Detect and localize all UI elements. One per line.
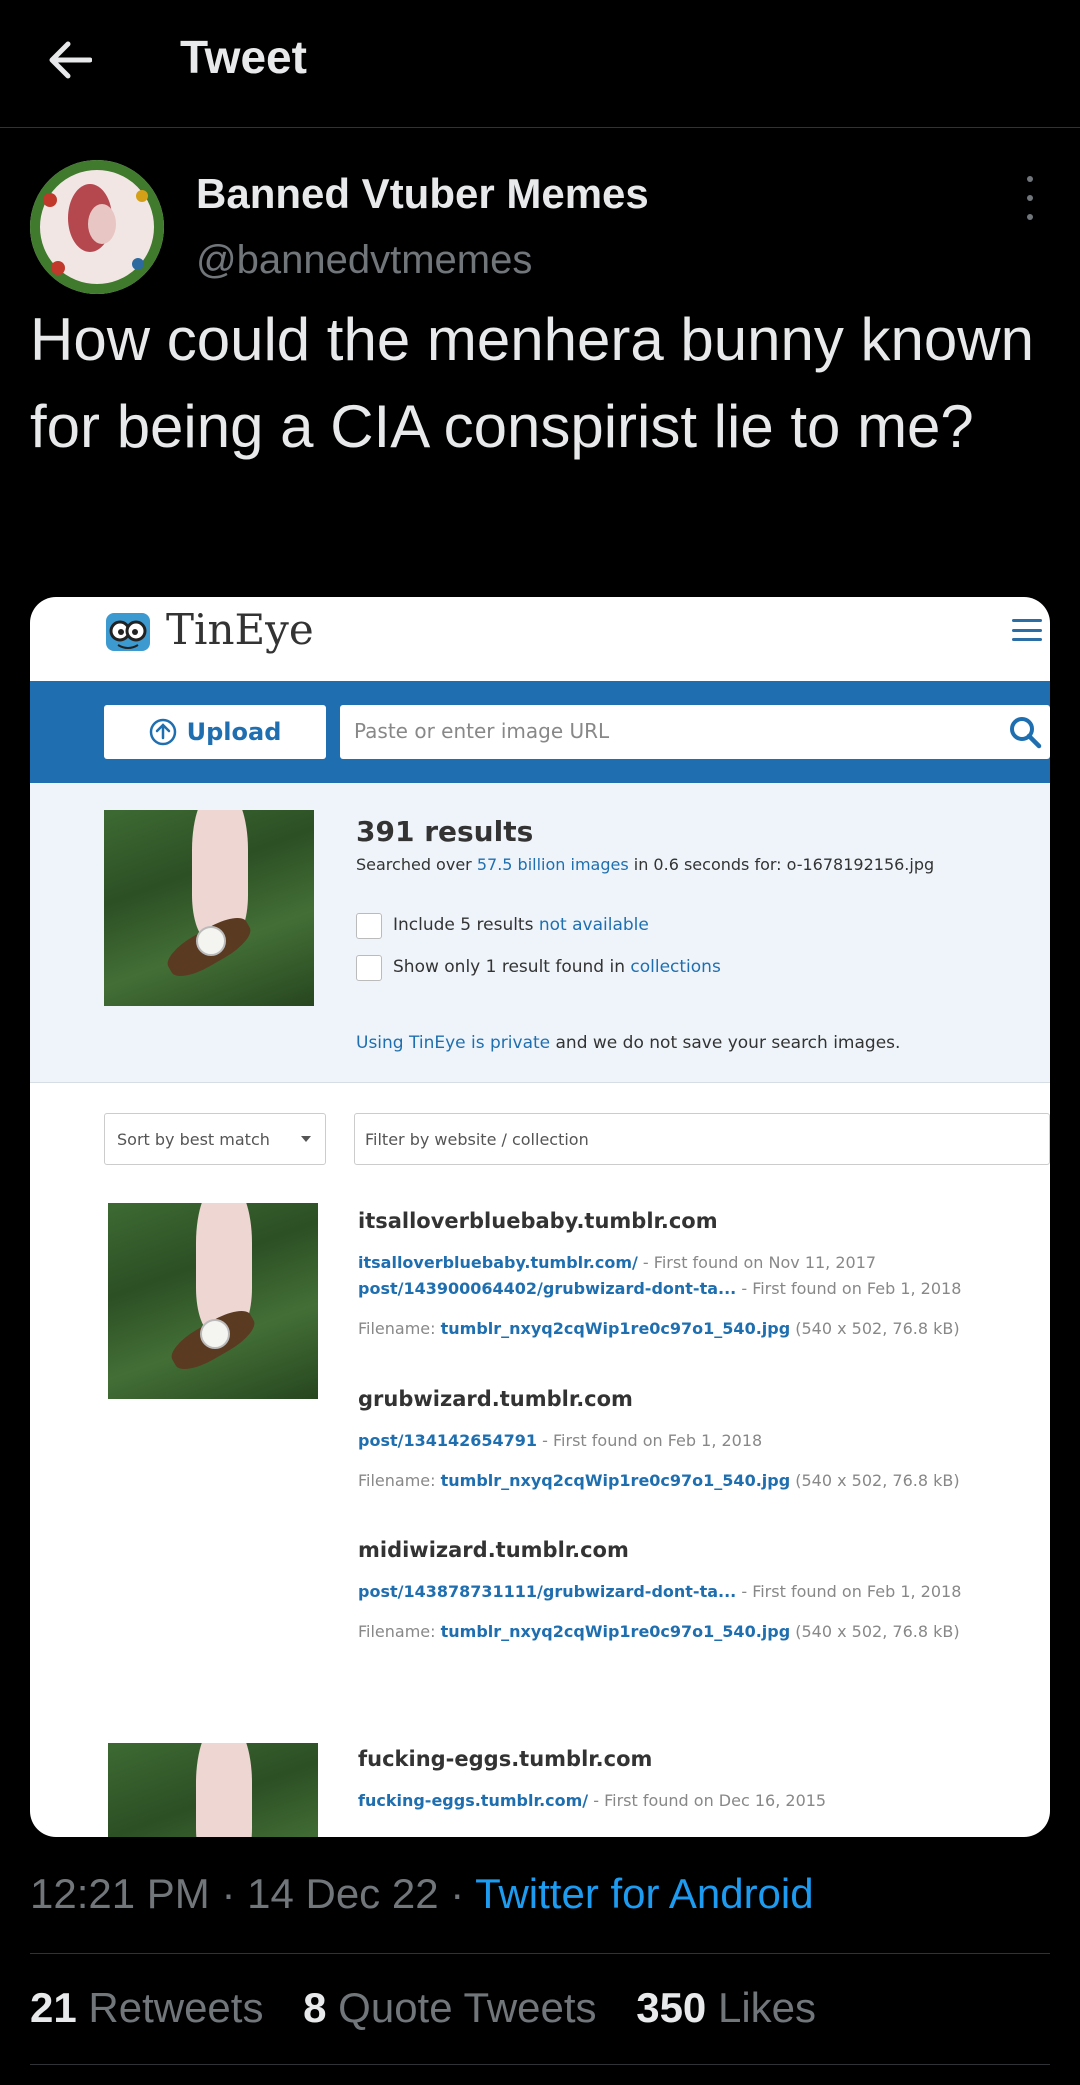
avatar[interactable]	[30, 160, 164, 294]
tineye-logo-text: TinEye	[166, 605, 314, 654]
tineye-header: TinEye	[30, 597, 1050, 681]
filter-placeholder: Filter by website / collection	[365, 1130, 589, 1149]
chevron-down-icon	[301, 1136, 311, 1142]
searched-link: 57.5 billion images	[476, 855, 629, 874]
results-count: 391 results	[356, 815, 534, 848]
retweets-stat[interactable]: 21 Retweets	[30, 1984, 263, 2032]
tweet-stats: 21 Retweets 8 Quote Tweets 350 Likes	[30, 1984, 844, 2032]
result-filename: Filename: tumblr_nxyq2cqWip1re0c97o1_540…	[358, 1319, 960, 1338]
result-site: fucking-eggs.tumblr.com	[358, 1747, 653, 1771]
tweet-text: How could the menhera bunny known for be…	[30, 306, 1034, 460]
upload-icon	[149, 718, 176, 746]
filter-input: Filter by website / collection	[354, 1113, 1050, 1165]
more-options-button[interactable]	[1010, 176, 1050, 220]
collections-checkbox	[356, 955, 382, 981]
menu-icon	[1012, 619, 1042, 641]
result-link-line: post/143878731111/grubwizard-dont-ta... …	[358, 1582, 962, 1601]
url-input: Paste or enter image URL	[340, 705, 1050, 759]
result-link-line: fucking-eggs.tumblr.com/ - First found o…	[358, 1791, 827, 1810]
result-thumbnail	[108, 1743, 318, 1837]
url-placeholder: Paste or enter image URL	[354, 719, 610, 743]
upload-label: Upload	[186, 718, 282, 746]
back-button[interactable]	[40, 30, 100, 90]
result-link-line: post/143900064402/grubwizard-dont-ta... …	[358, 1279, 962, 1298]
result-site: midiwizard.tumblr.com	[358, 1538, 629, 1562]
more-vertical-icon	[1027, 176, 1033, 182]
search-icon	[1010, 717, 1042, 749]
sort-select: Sort by best match	[104, 1113, 326, 1165]
tweet-media-image[interactable]: TinEye Upload Paste or enter image URL 3…	[30, 597, 1050, 1837]
searched-info: Searched over 57.5 billion images in 0.6…	[356, 855, 935, 874]
divider	[30, 2064, 1050, 2065]
tweet-source-link[interactable]: Twitter for Android	[475, 1870, 813, 1917]
author-name[interactable]: Banned Vtuber Memes	[196, 170, 649, 218]
author-handle[interactable]: @bannedvtmemes	[196, 238, 532, 283]
result-site: grubwizard.tumblr.com	[358, 1387, 633, 1411]
result-site: itsalloverbluebaby.tumblr.com	[358, 1209, 718, 1233]
top-bar: Tweet	[0, 0, 1080, 128]
divider	[30, 1953, 1050, 1954]
collections-label: Show only 1 result found in collections	[393, 957, 721, 977]
include-checkbox	[356, 913, 382, 939]
tweet-timestamp: 12:21 PM · 14 Dec 22 · Twitter for Andro…	[30, 1870, 814, 1917]
sort-label: Sort by best match	[117, 1130, 270, 1149]
likes-stat[interactable]: 350 Likes	[636, 1984, 816, 2032]
result-filename: Filename: tumblr_nxyq2cqWip1re0c97o1_540…	[358, 1622, 960, 1641]
back-arrow-icon	[49, 41, 92, 79]
result-filename: Filename: tumblr_nxyq2cqWip1re0c97o1_540…	[358, 1471, 960, 1490]
upload-button: Upload	[104, 705, 326, 759]
result-link-line: itsalloverbluebaby.tumblr.com/ - First f…	[358, 1253, 877, 1272]
include-label: Include 5 results not available	[393, 915, 649, 935]
quote-tweets-stat[interactable]: 8 Quote Tweets	[303, 1984, 596, 2032]
result-link-line: post/134142654791 - First found on Feb 1…	[358, 1431, 763, 1450]
page-title: Tweet	[180, 31, 307, 83]
result-thumbnail	[108, 1203, 318, 1399]
privacy-note: Using TinEye is private and we do not sa…	[356, 1033, 901, 1053]
tineye-logo-icon	[106, 613, 150, 651]
query-image	[104, 810, 314, 1006]
